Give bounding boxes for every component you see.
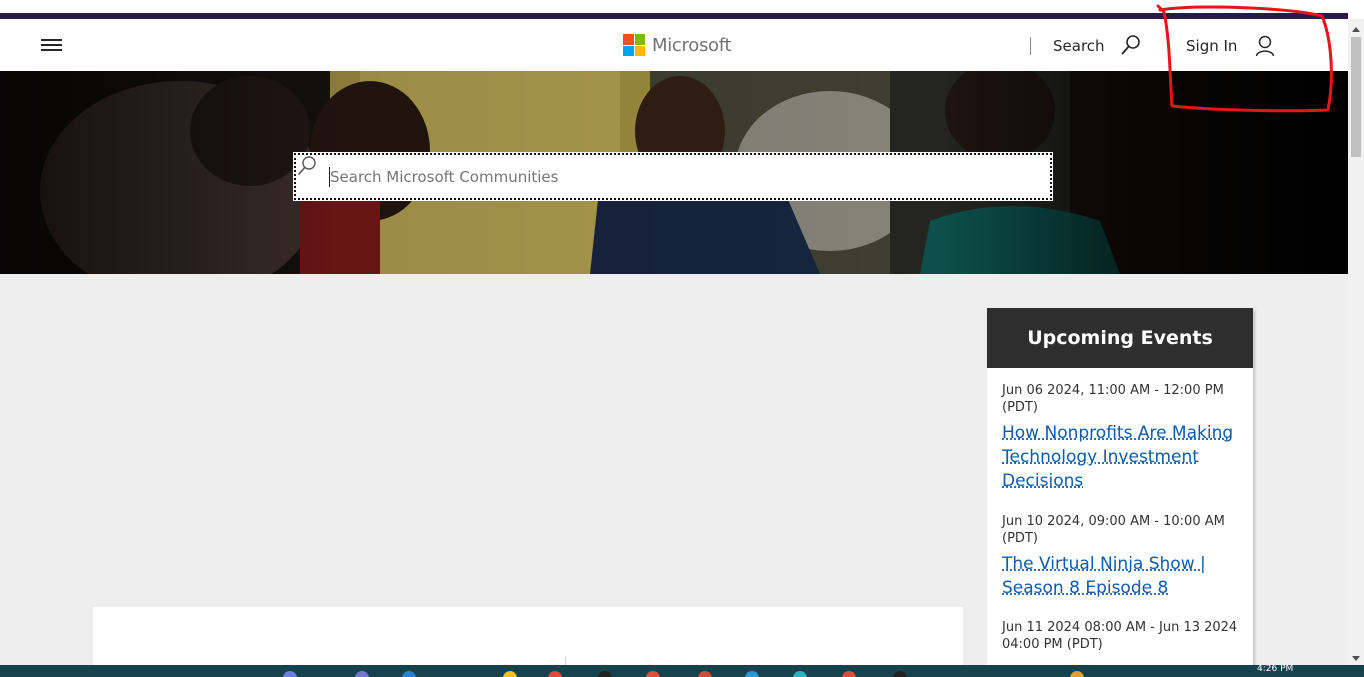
taskbar-app-icon[interactable] <box>283 671 297 677</box>
taskbar-app-icon[interactable] <box>598 671 612 677</box>
scroll-down-arrow-icon[interactable] <box>1352 656 1360 661</box>
brand-name: Microsoft <box>652 34 732 56</box>
taskbar-app-icon[interactable] <box>548 671 562 677</box>
site-header: Microsoft Search Sign In <box>0 19 1348 71</box>
taskbar-app-icon[interactable] <box>646 671 660 677</box>
event-date: Jun 06 2024, 11:00 AM - 12:00 PM (PDT) <box>1002 383 1224 415</box>
microsoft-logo-icon <box>623 34 645 56</box>
event-link[interactable]: How Nonprofits Are Making Technology Inv… <box>1002 421 1242 493</box>
taskbar-app-icon[interactable] <box>698 671 712 677</box>
taskbar-app-icon[interactable] <box>402 671 416 677</box>
scrollbar-thumb[interactable] <box>1351 37 1361 157</box>
taskbar-app-icon[interactable] <box>1070 671 1084 677</box>
taskbar-app-icon[interactable] <box>842 671 856 677</box>
search-icon[interactable] <box>1120 34 1142 56</box>
scroll-up-arrow-icon[interactable] <box>1352 27 1360 32</box>
event-item: Jun 11 2024 08:00 AM - Jun 13 2024 04:00… <box>1002 619 1242 658</box>
top-strip <box>0 0 1364 13</box>
hero-banner <box>0 71 1348 274</box>
event-item: Jun 10 2024, 09:00 AM - 10:00 AM (PDT) T… <box>1002 513 1242 600</box>
event-date: Jun 10 2024, 09:00 AM - 10:00 AM (PDT) <box>1002 514 1225 546</box>
taskbar-app-icon[interactable] <box>355 671 369 677</box>
content-card <box>93 607 963 665</box>
taskbar-app-icon[interactable] <box>893 671 907 677</box>
taskbar-app-icon[interactable] <box>503 671 517 677</box>
page-scrollbar[interactable] <box>1348 19 1364 665</box>
search-link[interactable]: Search <box>1053 37 1105 55</box>
taskbar-app-icon[interactable] <box>793 671 807 677</box>
header-divider <box>1030 37 1031 55</box>
hamburger-menu-icon[interactable] <box>41 38 63 52</box>
search-icon[interactable] <box>296 155 318 177</box>
community-search-input[interactable] <box>330 165 1010 189</box>
os-taskbar: 4:26 PM <box>0 665 1364 677</box>
user-icon[interactable] <box>1255 35 1275 57</box>
card-divider <box>565 657 566 665</box>
upcoming-events-panel: Upcoming Events Jun 06 2024, 11:00 AM - … <box>987 308 1253 665</box>
event-item: Jun 06 2024, 11:00 AM - 12:00 PM (PDT) H… <box>1002 382 1242 493</box>
event-link[interactable]: The Virtual Ninja Show | Season 8 Episod… <box>1002 552 1242 600</box>
microsoft-logo[interactable]: Microsoft <box>623 33 732 57</box>
taskbar-clock[interactable]: 4:26 PM <box>1257 665 1293 674</box>
upcoming-events-title: Upcoming Events <box>987 308 1253 368</box>
event-date: Jun 11 2024 08:00 AM - Jun 13 2024 04:00… <box>1002 620 1238 652</box>
taskbar-app-icon[interactable] <box>745 671 759 677</box>
main-content: Upcoming Events Jun 06 2024, 11:00 AM - … <box>0 274 1348 665</box>
sign-in-link[interactable]: Sign In <box>1186 37 1237 55</box>
community-search-box[interactable] <box>293 152 1053 201</box>
